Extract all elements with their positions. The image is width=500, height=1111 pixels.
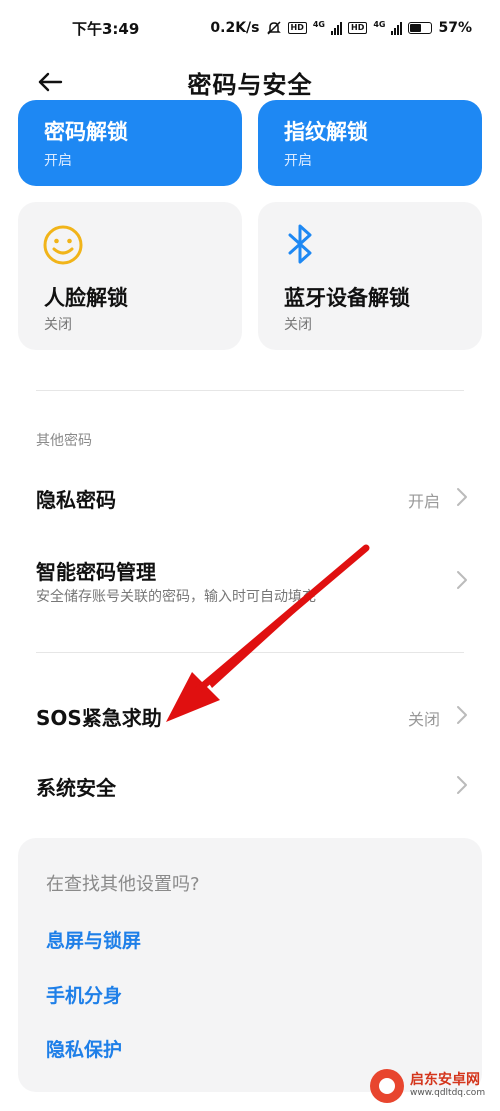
chevron-right-icon xyxy=(457,571,467,589)
divider xyxy=(36,652,464,653)
mute-icon xyxy=(266,21,281,35)
fingerprint-unlock-card[interactable]: 指纹解锁 开启 xyxy=(258,100,482,186)
suggest-title: 在查找其他设置吗? xyxy=(46,874,200,895)
smile-face-icon xyxy=(43,225,83,265)
hd-badge-1: HD xyxy=(287,22,307,34)
status-bar: 下午3:49 0.2K/s HD 4G HD 4G 57% xyxy=(0,0,500,56)
row-title: 智能密码管理 xyxy=(36,560,156,584)
row-subtitle: 安全储存账号关联的密码，输入时可自动填充 xyxy=(36,589,316,605)
smart-password-manager-row[interactable]: 智能密码管理 安全储存账号关联的密码，输入时可自动填充 xyxy=(0,540,500,624)
row-title: 系统安全 xyxy=(36,776,116,800)
bluetooth-icon xyxy=(288,224,312,264)
chevron-right-icon xyxy=(457,488,467,506)
privacy-password-row[interactable]: 隐私密码 开启 xyxy=(0,462,500,532)
chevron-right-icon xyxy=(457,776,467,794)
row-value: 开启 xyxy=(407,492,440,511)
hd-badge-2: HD xyxy=(348,22,368,34)
battery-icon xyxy=(408,22,433,34)
bluetooth-unlock-card[interactable]: 蓝牙设备解锁 关闭 xyxy=(258,202,482,350)
link-privacy-protection[interactable]: 隐私保护 xyxy=(46,1035,122,1062)
divider xyxy=(36,390,464,391)
card-status: 开启 xyxy=(284,153,312,169)
password-unlock-card[interactable]: 密码解锁 开启 xyxy=(18,100,242,186)
signal-1-icon xyxy=(331,21,342,35)
card-title: 密码解锁 xyxy=(44,120,128,144)
face-unlock-card[interactable]: 人脸解锁 关闭 xyxy=(18,202,242,350)
row-title: 隐私密码 xyxy=(36,488,116,512)
card-status: 关闭 xyxy=(44,317,72,333)
network-type-2: 4G xyxy=(373,20,386,29)
network-speed: 0.2K/s xyxy=(210,20,260,36)
battery-percent: 57% xyxy=(438,20,472,36)
watermark-name: 启东安卓网 xyxy=(410,1072,480,1089)
watermark-logo-icon xyxy=(370,1069,404,1103)
suggest-card: 在查找其他设置吗? 息屏与锁屏 手机分身 隐私保护 xyxy=(18,838,482,1092)
row-value: 关闭 xyxy=(407,710,440,729)
card-title: 人脸解锁 xyxy=(44,286,128,310)
sos-emergency-row[interactable]: SOS紧急求助 关闭 xyxy=(0,682,500,752)
card-status: 开启 xyxy=(44,153,72,169)
card-title: 指纹解锁 xyxy=(284,120,368,144)
watermark: 启东安卓网 www.qdltdq.com xyxy=(370,1066,496,1106)
system-security-row[interactable]: 系统安全 xyxy=(0,752,500,822)
card-title: 蓝牙设备解锁 xyxy=(284,286,410,310)
chevron-right-icon xyxy=(457,706,467,724)
section-label-other-passwords: 其他密码 xyxy=(36,433,92,449)
page-title: 密码与安全 xyxy=(187,70,313,99)
link-screen-off-lock[interactable]: 息屏与锁屏 xyxy=(46,926,141,953)
status-icons: 0.2K/s HD 4G HD 4G 57% xyxy=(210,20,472,36)
arrow-left-icon[interactable] xyxy=(36,68,64,96)
link-dual-apps[interactable]: 手机分身 xyxy=(46,981,122,1008)
row-title: SOS紧急求助 xyxy=(36,706,162,730)
network-type-1: 4G xyxy=(312,20,325,29)
card-status: 关闭 xyxy=(284,317,312,333)
watermark-url: www.qdltdq.com xyxy=(410,1087,486,1098)
status-time: 下午3:49 xyxy=(72,19,140,38)
signal-2-icon xyxy=(391,21,403,35)
